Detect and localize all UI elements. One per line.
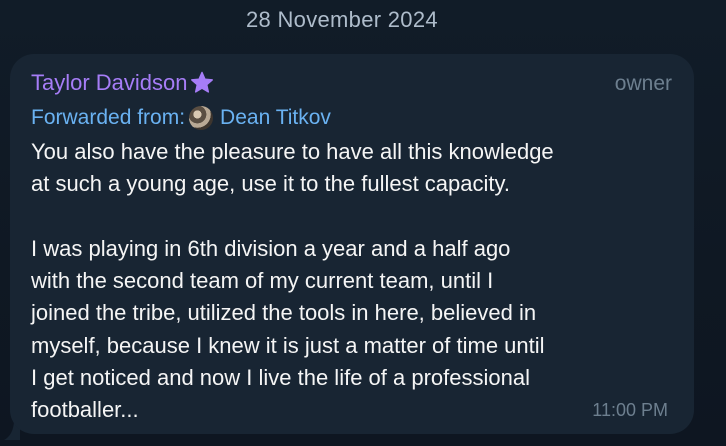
role-badge: owner [614, 72, 672, 95]
message-bubble[interactable]: Taylor Davidson owner Forwarded from: De… [10, 54, 694, 434]
forwarded-from[interactable]: Forwarded from: Dean Titkov [31, 104, 331, 132]
forwarded-sender-name[interactable]: Dean Titkov [220, 106, 331, 130]
sender-row: Taylor Davidson [31, 68, 215, 98]
chat-view: 28 November 2024 Taylor Davidson owner F… [0, 0, 726, 446]
star-icon[interactable] [189, 70, 215, 96]
forwarded-label: Forwarded from: [31, 106, 186, 129]
date-separator: 28 November 2024 [246, 7, 438, 32]
avatar[interactable] [189, 106, 214, 130]
message-time: 11:00 PM [592, 400, 668, 420]
message-text: You also have the pleasure to have all t… [31, 139, 554, 423]
sender-name[interactable]: Taylor Davidson [31, 70, 188, 96]
